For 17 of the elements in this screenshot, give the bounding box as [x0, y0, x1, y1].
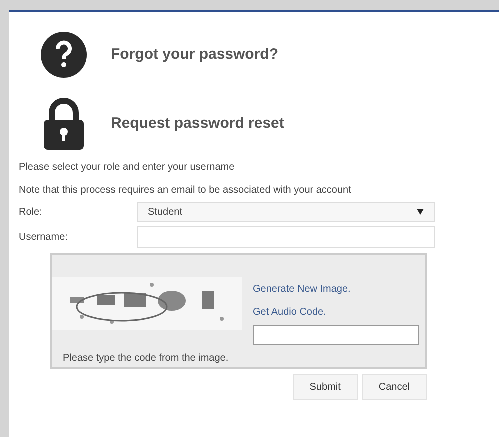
cancel-button[interactable]: Cancel — [362, 374, 427, 400]
username-field[interactable] — [137, 226, 435, 248]
captcha-hint: Please type the code from the image. — [63, 352, 230, 366]
submit-button[interactable]: Submit — [292, 374, 358, 400]
role-dropdown[interactable]: Student — [137, 202, 435, 222]
section-heading: Request password reset — [111, 114, 284, 134]
captcha-field[interactable] — [253, 325, 419, 345]
field-label: Username: — [19, 230, 69, 244]
caret-icon — [417, 209, 424, 215]
instruction-text: Note that this process requires an email to be associated with your account — [19, 184, 352, 198]
question-icon — [41, 32, 87, 78]
instruction-text: Please select your role and enter your username — [19, 161, 236, 175]
section-heading: Forgot your password? — [111, 44, 279, 65]
lock-icon — [44, 98, 84, 150]
field-label: Role: — [19, 206, 44, 220]
captcha-link[interactable]: Get Audio Code. — [253, 305, 419, 320]
captcha-link[interactable]: Generate New Image. — [253, 282, 419, 297]
